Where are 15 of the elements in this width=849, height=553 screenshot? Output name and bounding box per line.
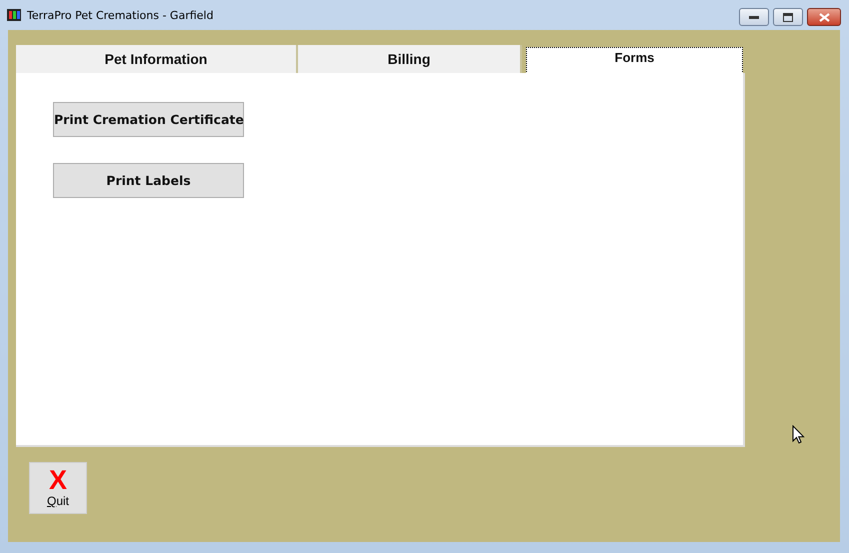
tab[interactable]: Billing	[298, 45, 522, 73]
minimize-icon	[749, 15, 759, 19]
maximize-icon	[783, 12, 793, 22]
tab[interactable]: Forms	[526, 47, 743, 74]
quit-button[interactable]: X Quit	[29, 462, 87, 514]
minimize-button[interactable]	[739, 8, 769, 26]
print-button[interactable]: Print Cremation Certificate	[53, 102, 244, 137]
mouse-pointer-icon	[792, 425, 805, 444]
print-button[interactable]: Print Labels	[53, 163, 244, 198]
film-strip-icon	[6, 7, 22, 23]
close-icon	[818, 12, 830, 22]
close-button[interactable]	[807, 8, 841, 26]
window-title: TerraPro Pet Cremations - Garfield	[27, 8, 214, 22]
tab[interactable]: Pet Information	[16, 45, 298, 73]
maximize-button[interactable]	[773, 8, 803, 26]
